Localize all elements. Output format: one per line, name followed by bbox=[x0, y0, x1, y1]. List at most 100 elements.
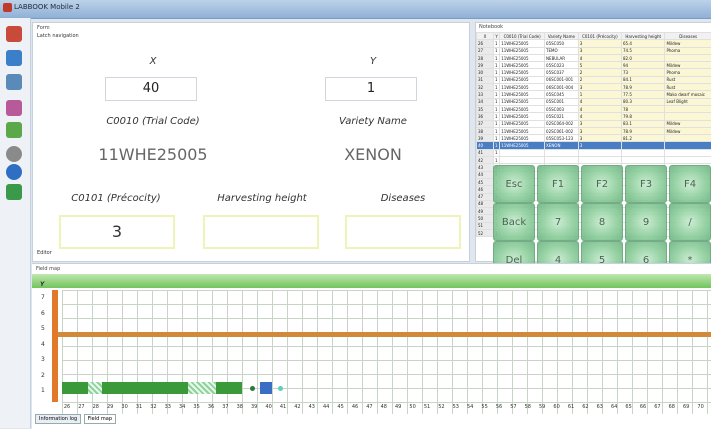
table-cell[interactable]: 4 bbox=[578, 54, 621, 61]
latch-navigation[interactable]: Latch navigation bbox=[37, 33, 79, 39]
table-cell[interactable]: 31 bbox=[477, 76, 494, 83]
table-cell[interactable]: 11WHE25005 bbox=[500, 69, 545, 76]
table-row[interactable]: 36111WHE2500505SC021479.8 bbox=[477, 113, 711, 120]
table-cell[interactable] bbox=[622, 142, 665, 149]
table-cell[interactable] bbox=[665, 105, 711, 112]
table-cell[interactable]: 11WHE25005 bbox=[500, 142, 545, 149]
table-row[interactable]: 29111WHE2500505SC023594Mildew bbox=[477, 62, 711, 69]
table-cell[interactable]: 78 bbox=[622, 105, 665, 112]
table-cell[interactable]: 3 bbox=[578, 120, 621, 127]
table-cell[interactable]: 78.9 bbox=[622, 84, 665, 91]
leaf-icon[interactable] bbox=[6, 122, 22, 138]
table-cell[interactable] bbox=[665, 149, 711, 156]
table-cell[interactable]: 4 bbox=[578, 113, 621, 120]
table-cell[interactable]: 84.1 bbox=[622, 76, 665, 83]
table-cell[interactable]: 28 bbox=[477, 54, 494, 61]
help-icon[interactable] bbox=[6, 164, 22, 180]
table-row[interactable]: 39111WHE2500505SC053-123381.2 bbox=[477, 135, 711, 142]
table-row[interactable]: 33111WHE2500505SC045177.5Mako dwarf mosa… bbox=[477, 91, 711, 98]
table-cell[interactable]: 65.4 bbox=[622, 40, 665, 47]
table-cell[interactable]: 78.9 bbox=[622, 127, 665, 134]
table-row[interactable]: 40111WHE25005XENON3 bbox=[477, 142, 711, 149]
table-cell[interactable]: 26 bbox=[477, 40, 494, 47]
table-cell[interactable]: 45 bbox=[477, 178, 494, 185]
column-header[interactable]: X bbox=[477, 33, 494, 40]
harvesting-height-field[interactable] bbox=[203, 215, 319, 249]
table-cell[interactable]: 05SC037 bbox=[545, 69, 579, 76]
table-row[interactable]: 30111WHE2500505SC037273Phoma bbox=[477, 69, 711, 76]
table-row[interactable]: 28111WHE25005NEBULAR482.0 bbox=[477, 54, 711, 61]
table-cell[interactable] bbox=[578, 157, 621, 164]
notebook-icon[interactable] bbox=[6, 26, 22, 42]
table-row[interactable]: 34111WHE2500505SC001480.3Leaf Blight bbox=[477, 98, 711, 105]
table-cell[interactable]: 39 bbox=[477, 135, 494, 142]
trial-code-value[interactable]: 11WHE25005 bbox=[73, 145, 233, 164]
column-header[interactable]: Harvesting height bbox=[622, 33, 665, 40]
table-cell[interactable]: 06SC001-004 bbox=[545, 84, 579, 91]
x-field[interactable]: 40 bbox=[105, 77, 197, 101]
table-cell[interactable]: 11WHE25005 bbox=[500, 40, 545, 47]
table-cell[interactable]: 11WHE25005 bbox=[500, 62, 545, 69]
table-cell[interactable]: Rust bbox=[665, 84, 711, 91]
table-cell[interactable] bbox=[545, 157, 579, 164]
table-cell[interactable] bbox=[665, 142, 711, 149]
table-cell[interactable]: 52 bbox=[477, 230, 494, 237]
gear-icon[interactable] bbox=[6, 146, 22, 162]
table-cell[interactable] bbox=[578, 149, 621, 156]
table-cell[interactable]: XENON bbox=[545, 142, 579, 149]
table-cell[interactable]: 11WHE25005 bbox=[500, 76, 545, 83]
table-cell[interactable]: 3 bbox=[578, 47, 621, 54]
table-row[interactable]: 35111WHE2500505SC003478 bbox=[477, 105, 711, 112]
table-cell[interactable]: 3 bbox=[578, 40, 621, 47]
table-cell[interactable]: 05SC050 bbox=[545, 40, 579, 47]
table-cell[interactable]: 82.0 bbox=[622, 54, 665, 61]
table-cell[interactable]: 11WHE25005 bbox=[500, 135, 545, 142]
table-cell[interactable]: Mildew bbox=[665, 62, 711, 69]
table-cell[interactable]: Phoma bbox=[665, 47, 711, 54]
tab-field-map[interactable]: Field map bbox=[84, 414, 116, 424]
key-F3[interactable]: F3 bbox=[625, 165, 667, 203]
table-cell[interactable]: 41 bbox=[477, 149, 494, 156]
table-row[interactable]: 31111WHE2500506SC001-001284.1Rust bbox=[477, 76, 711, 83]
key-/[interactable]: / bbox=[669, 203, 711, 241]
table-cell[interactable]: 40 bbox=[477, 142, 494, 149]
table-cell[interactable]: 11WHE25005 bbox=[500, 105, 545, 112]
table-row[interactable]: 411 bbox=[477, 149, 711, 156]
table-cell[interactable]: 79.8 bbox=[622, 113, 665, 120]
table-cell[interactable]: 42 bbox=[477, 157, 494, 164]
table-cell[interactable]: Mako dwarf mosaic bbox=[665, 91, 711, 98]
table-cell[interactable]: 50 bbox=[477, 215, 494, 222]
selected-plot[interactable] bbox=[260, 382, 272, 394]
table-cell[interactable]: 29 bbox=[477, 62, 494, 69]
table-cell[interactable]: 06SC001-001 bbox=[545, 76, 579, 83]
table-cell[interactable]: 02SC061-002 bbox=[545, 127, 579, 134]
table-cell[interactable]: 44 bbox=[477, 171, 494, 178]
tab-information-log[interactable]: Information log bbox=[35, 414, 81, 424]
table-row[interactable]: 37111WHE2500502SC064-002383.1Mildew bbox=[477, 120, 711, 127]
key-F4[interactable]: F4 bbox=[669, 165, 711, 203]
table-cell[interactable]: 47 bbox=[477, 193, 494, 200]
column-header[interactable]: C0010 (Trial Code) bbox=[500, 33, 545, 40]
table-cell[interactable]: 11WHE25005 bbox=[500, 54, 545, 61]
table-cell[interactable]: 51 bbox=[477, 222, 494, 229]
table-cell[interactable]: 73 bbox=[622, 69, 665, 76]
table-cell[interactable]: 2 bbox=[578, 76, 621, 83]
table-cell[interactable]: 11WHE25005 bbox=[500, 113, 545, 120]
table-cell[interactable] bbox=[500, 157, 545, 164]
table-cell[interactable]: 49 bbox=[477, 208, 494, 215]
table-cell[interactable]: Leaf Blight bbox=[665, 98, 711, 105]
table-cell[interactable]: 3 bbox=[578, 127, 621, 134]
table-cell[interactable]: 3 bbox=[578, 135, 621, 142]
editor-toggle[interactable]: Editor bbox=[37, 250, 52, 256]
table-cell[interactable]: Phoma bbox=[665, 69, 711, 76]
table-cell[interactable]: 32 bbox=[477, 84, 494, 91]
table-cell[interactable]: 11WHE25005 bbox=[500, 91, 545, 98]
column-header[interactable]: Variety Name bbox=[545, 33, 579, 40]
table-cell[interactable]: NEBULAR bbox=[545, 54, 579, 61]
table-cell[interactable]: 81.2 bbox=[622, 135, 665, 142]
table-cell[interactable]: 43 bbox=[477, 164, 494, 171]
table-cell[interactable]: 11WHE25005 bbox=[500, 47, 545, 54]
y-field[interactable]: 1 bbox=[325, 77, 417, 101]
table-cell[interactable]: 30 bbox=[477, 69, 494, 76]
table-cell[interactable]: 05SC023 bbox=[545, 62, 579, 69]
